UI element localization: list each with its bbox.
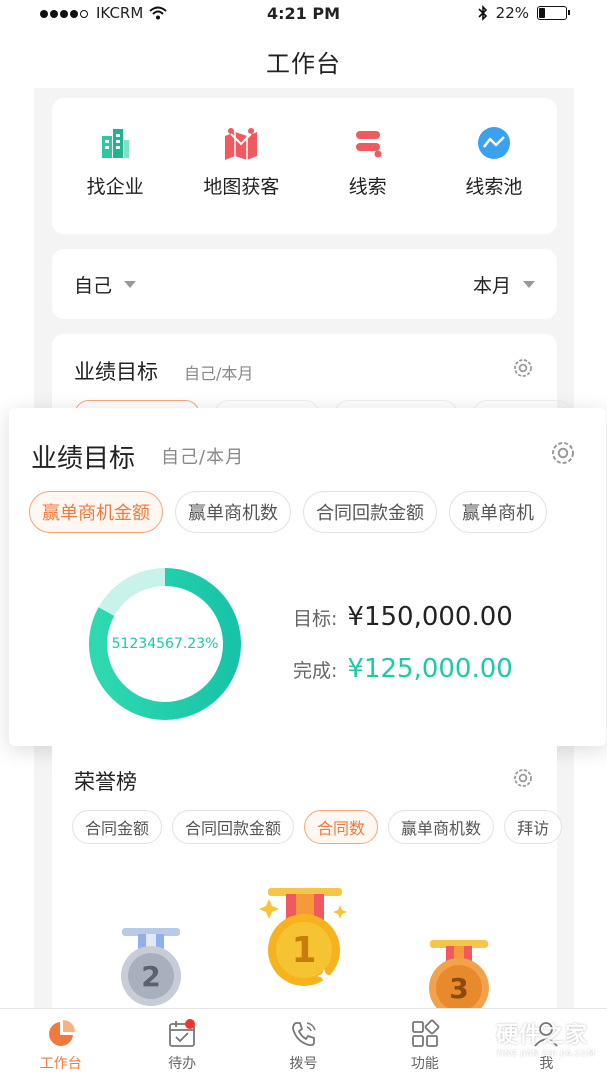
tab-dial[interactable]: 拨号 <box>243 1009 364 1080</box>
tab-visit[interactable]: 拜访 <box>504 810 563 844</box>
tab-contract-payment[interactable]: 合同回款金额 <box>172 810 295 844</box>
scope-value: 自己 <box>74 275 113 297</box>
done-value: ¥125,000.00 <box>347 654 513 684</box>
scope-dropdown[interactable]: 自己 <box>74 271 137 298</box>
tab-label: 拨号 <box>289 1056 318 1072</box>
tab-label: 待办 <box>168 1056 197 1072</box>
period-value: 本月 <box>472 275 511 297</box>
performance-subtitle: 自己/本月 <box>161 447 245 468</box>
performance-subtitle: 自己/本月 <box>184 364 254 383</box>
status-bar: IKCRM 4:21 PM 22% <box>0 0 607 28</box>
gold-medal-icon: 1 <box>259 888 347 986</box>
watermark-title: 硬件之家 <box>496 1022 589 1048</box>
quick-action-map[interactable]: 地图获客 <box>178 98 304 234</box>
performance-card: 业绩目标 自己/本月 赢单商机金额 赢单商机数 合同回款金额 赢单商机 5123… <box>9 408 606 746</box>
performance-tabs: 赢单商机金额 赢单商机数 合同回款金额 赢单商机 <box>29 491 547 533</box>
page-title: 工作台 <box>266 50 341 78</box>
done-stat: 完成: ¥125,000.00 <box>293 654 513 684</box>
quick-action-label: 线索池 <box>465 176 523 198</box>
quick-action-leads-pool[interactable]: 线索池 <box>431 98 557 234</box>
watermark: 硬件之家 YING JIAN ZHI JIA.COM <box>450 1016 595 1058</box>
period-dropdown[interactable]: 本月 <box>473 271 535 298</box>
tab-win-count[interactable]: 赢单商机数 <box>388 810 495 844</box>
filter-card: 自己 本月 <box>52 249 557 319</box>
map-icon <box>225 128 258 160</box>
watermark-logo-icon <box>450 1016 488 1058</box>
quick-action-find-company[interactable]: 找企业 <box>52 98 178 234</box>
tab-contract-count[interactable]: 合同数 <box>304 810 379 844</box>
tab-contract-amount[interactable]: 合同金额 <box>72 810 163 844</box>
tab-label: 工作台 <box>39 1056 82 1072</box>
honor-board-card: 荣誉榜 合同金额 合同回款金额 合同数 赢单商机数 拜访 2 1 3 <box>52 746 563 1018</box>
gear-icon[interactable] <box>548 438 578 468</box>
leads-icon <box>355 131 382 158</box>
tab-win-amount[interactable]: 赢单商机金额 <box>29 491 163 533</box>
target-stat: 目标: ¥150,000.00 <box>293 602 513 632</box>
phone-icon <box>291 1022 316 1047</box>
quick-action-label: 找企业 <box>86 176 144 198</box>
target-label: 目标: <box>293 608 338 630</box>
target-value: ¥150,000.00 <box>347 602 513 632</box>
tab-win-more[interactable]: 赢单商机 <box>449 491 547 533</box>
tab-win-count[interactable]: 赢单商机数 <box>175 491 291 533</box>
quick-action-label: 线索 <box>348 176 387 198</box>
done-label: 完成: <box>293 660 338 682</box>
battery-icon <box>537 6 570 20</box>
battery-percent: 22% <box>495 4 529 22</box>
dashboard-icon <box>48 1020 75 1046</box>
apps-icon <box>412 1019 440 1047</box>
silver-medal-icon: 2 <box>121 928 181 1006</box>
tab-todo[interactable]: 待办 <box>121 1009 242 1080</box>
svg-text:2: 2 <box>141 960 160 993</box>
svg-text:3: 3 <box>449 972 468 1005</box>
chevron-down-icon <box>124 281 137 288</box>
progress-percent: 51234567.23% <box>111 636 219 652</box>
gear-icon[interactable] <box>511 766 535 790</box>
gear-icon[interactable] <box>511 356 535 380</box>
watermark-subtitle: YING JIAN ZHI JIA.COM <box>496 1048 595 1058</box>
honor-tabs: 合同金额 合同回款金额 合同数 赢单商机数 拜访 <box>72 810 563 844</box>
leads-pool-icon <box>477 127 510 159</box>
performance-title: 业绩目标 <box>31 444 136 474</box>
tab-dashboard[interactable]: 工作台 <box>0 1009 121 1080</box>
bronze-medal-icon: 3 <box>429 940 489 1018</box>
chevron-down-icon <box>523 281 535 288</box>
svg-text:1: 1 <box>291 930 316 971</box>
honor-title: 荣誉榜 <box>74 770 137 794</box>
quick-actions-card: 找企业 地图获客 线索 线索池 <box>52 98 557 234</box>
quick-action-leads[interactable]: 线索 <box>305 98 431 234</box>
bluetooth-icon <box>478 5 487 21</box>
building-icon <box>102 129 130 158</box>
quick-action-label: 地图获客 <box>203 176 280 198</box>
tab-label: 功能 <box>410 1056 439 1072</box>
tab-payment-amount[interactable]: 合同回款金额 <box>303 491 437 533</box>
performance-title: 业绩目标 <box>74 360 158 384</box>
